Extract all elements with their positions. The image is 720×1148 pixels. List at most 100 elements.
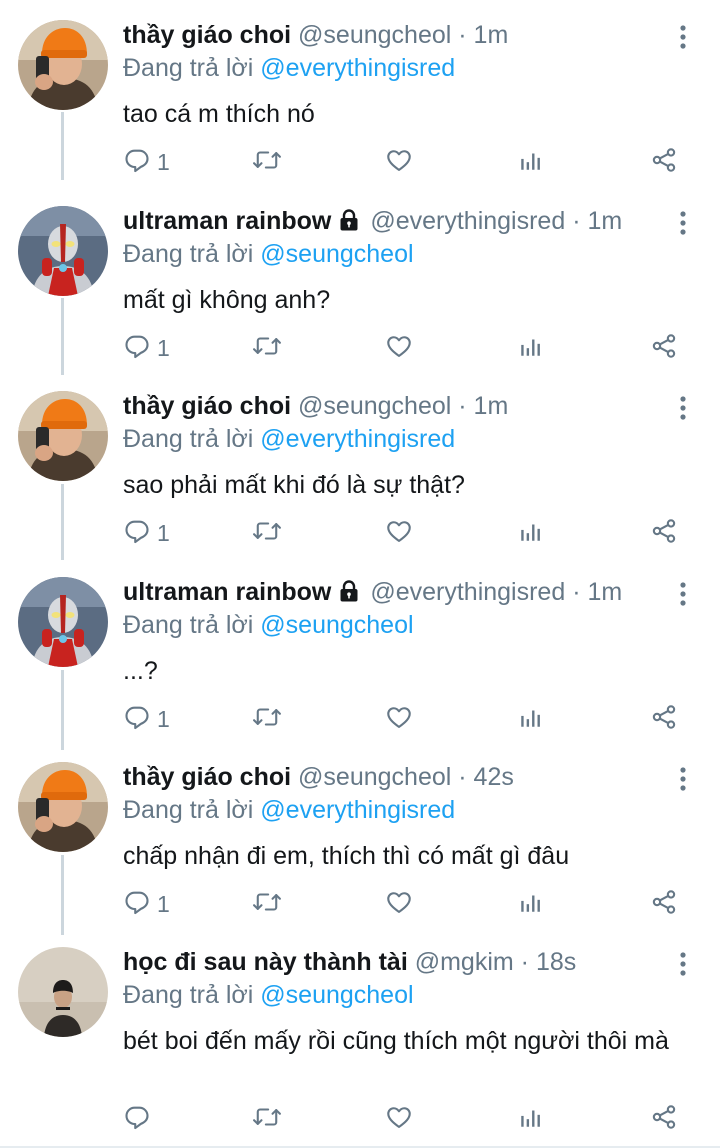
share-button[interactable] (650, 142, 678, 182)
mention-link[interactable]: @seungcheol (260, 981, 413, 1009)
avatar[interactable] (18, 206, 108, 296)
more-vertical-icon[interactable] (670, 951, 696, 977)
replying-prefix: Đang trả lời (123, 796, 261, 824)
replying-prefix: Đang trả lời (123, 54, 261, 82)
user-handle[interactable]: @everythingisred (370, 578, 565, 606)
reply-count: 1 (157, 148, 170, 175)
mention-link[interactable]: @seungcheol (260, 611, 413, 639)
retweet-button[interactable] (252, 142, 282, 182)
more-vertical-icon[interactable] (670, 210, 696, 236)
timestamp[interactable]: 1m (474, 392, 509, 420)
separator-dot: · (458, 763, 467, 791)
avatar[interactable] (18, 20, 108, 110)
replying-to: Đang trả lời @seungcheol (123, 239, 414, 269)
analytics-button[interactable] (518, 884, 544, 924)
share-button[interactable] (650, 884, 678, 924)
separator-dot: · (572, 578, 581, 606)
share-icon (650, 888, 678, 921)
user-handle[interactable]: @seungcheol (298, 21, 451, 49)
replying-to: Đang trả lời @seungcheol (123, 610, 414, 640)
reply-count: 1 (157, 519, 170, 546)
avatar[interactable] (18, 947, 108, 1037)
replying-to: Đang trả lời @seungcheol (123, 980, 414, 1010)
reply-button[interactable]: 1 (123, 142, 170, 182)
display-name[interactable]: thầy giáo choi (123, 21, 291, 49)
retweet-button[interactable] (252, 1099, 282, 1139)
retweet-button[interactable] (252, 328, 282, 368)
heart-icon (385, 888, 413, 921)
tweet-actions: 1 (0, 884, 720, 924)
avatar[interactable] (18, 391, 108, 481)
reply-button[interactable]: 1 (123, 699, 170, 739)
more-vertical-icon[interactable] (670, 24, 696, 50)
user-handle[interactable]: @everythingisred (370, 207, 565, 235)
tweet[interactable]: thầy giáo choi @seungcheol · 42s Đang trả… (0, 762, 720, 942)
like-button[interactable] (385, 142, 413, 182)
timestamp[interactable]: 1m (587, 578, 622, 606)
replying-prefix: Đang trả lời (123, 240, 261, 268)
mention-link[interactable]: @everythingisred (260, 425, 455, 453)
display-name[interactable]: thầy giáo choi (123, 392, 291, 420)
tweet[interactable]: ultraman rainbow @everythingisred · 1m Đa… (0, 206, 720, 386)
analytics-icon (518, 147, 544, 178)
share-icon (650, 517, 678, 550)
display-name[interactable]: học đi sau này thành tài (123, 948, 408, 976)
share-button[interactable] (650, 513, 678, 553)
reply-button[interactable]: 1 (123, 884, 170, 924)
analytics-button[interactable] (518, 513, 544, 553)
user-handle[interactable]: @seungcheol (298, 763, 451, 791)
analytics-button[interactable] (518, 328, 544, 368)
mention-link[interactable]: @seungcheol (260, 240, 413, 268)
mention-link[interactable]: @everythingisred (260, 796, 455, 824)
share-icon (650, 1103, 678, 1136)
tweet[interactable]: ultraman rainbow @everythingisred · 1m Đa… (0, 577, 720, 757)
tweet-text: tao cá m thích nó (123, 100, 315, 128)
tweet-text: sao phải mất khi đó là sự thật? (123, 471, 465, 499)
reply-button[interactable] (123, 1099, 151, 1139)
like-button[interactable] (385, 1099, 413, 1139)
share-button[interactable] (650, 699, 678, 739)
tweet-text: bét boi đến mấy rồi cũng thích một người… (123, 1027, 669, 1055)
more-vertical-icon[interactable] (670, 766, 696, 792)
share-button[interactable] (650, 328, 678, 368)
like-button[interactable] (385, 328, 413, 368)
timestamp[interactable]: 1m (474, 21, 509, 49)
display-name[interactable]: ultraman rainbow (123, 578, 331, 606)
lock-icon (337, 208, 361, 239)
reply-icon (123, 332, 151, 365)
analytics-button[interactable] (518, 1099, 544, 1139)
share-button[interactable] (650, 1099, 678, 1139)
tweet[interactable]: thầy giáo choi @seungcheol · 1m Đang trả … (0, 391, 720, 571)
tweet-header: học đi sau này thành tài @mgkim · 18s (123, 947, 576, 977)
timestamp[interactable]: 1m (587, 207, 622, 235)
tweet[interactable]: thầy giáo choi @seungcheol · 1m Đang trả … (0, 20, 720, 200)
like-button[interactable] (385, 513, 413, 553)
timestamp[interactable]: 18s (536, 948, 576, 976)
reply-count: 1 (157, 890, 170, 917)
share-icon (650, 703, 678, 736)
reply-button[interactable]: 1 (123, 328, 170, 368)
tweet-header: ultraman rainbow @everythingisred · 1m (123, 206, 622, 239)
mention-link[interactable]: @everythingisred (260, 54, 455, 82)
analytics-icon (518, 1104, 544, 1135)
more-vertical-icon[interactable] (670, 581, 696, 607)
retweet-button[interactable] (252, 699, 282, 739)
avatar[interactable] (18, 577, 108, 667)
display-name[interactable]: thầy giáo choi (123, 763, 291, 791)
retweet-button[interactable] (252, 884, 282, 924)
like-button[interactable] (385, 699, 413, 739)
like-button[interactable] (385, 884, 413, 924)
timestamp[interactable]: 42s (474, 763, 514, 791)
analytics-button[interactable] (518, 699, 544, 739)
display-name[interactable]: ultraman rainbow (123, 207, 331, 235)
reply-icon (123, 517, 151, 550)
user-handle[interactable]: @seungcheol (298, 392, 451, 420)
user-handle[interactable]: @mgkim (415, 948, 514, 976)
retweet-button[interactable] (252, 513, 282, 553)
reply-button[interactable]: 1 (123, 513, 170, 553)
tweet[interactable]: học đi sau này thành tài @mgkim · 18s Đan… (0, 947, 720, 1143)
more-vertical-icon[interactable] (670, 395, 696, 421)
analytics-button[interactable] (518, 142, 544, 182)
tweet-header: ultraman rainbow @everythingisred · 1m (123, 577, 622, 610)
avatar[interactable] (18, 762, 108, 852)
